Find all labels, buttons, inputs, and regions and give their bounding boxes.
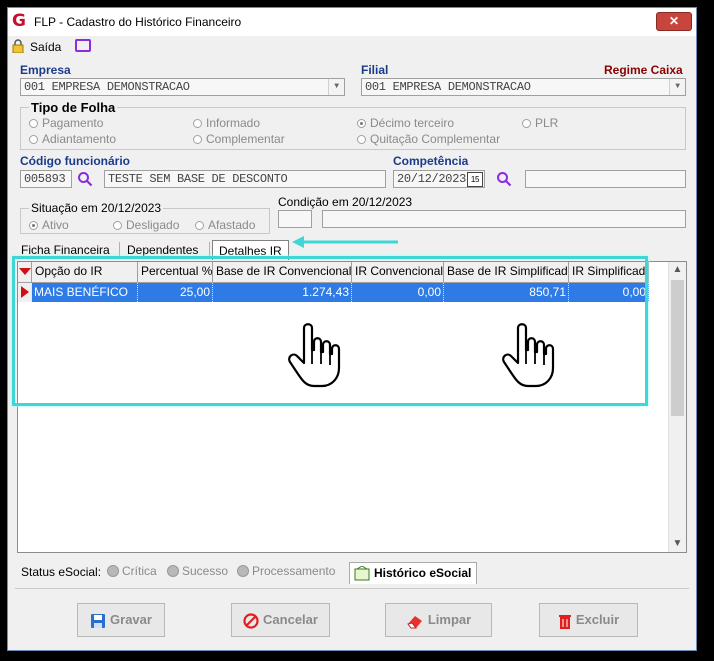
cancel-icon	[243, 612, 259, 629]
save-icon	[91, 613, 106, 628]
gravar-button[interactable]: Gravar	[77, 603, 165, 637]
chevron-down-icon[interactable]: ▼	[328, 79, 344, 95]
radio-dot-icon	[193, 119, 202, 128]
radio-label: PLR	[535, 116, 559, 130]
hand-cursor-icon	[288, 323, 341, 388]
history-icon	[354, 566, 370, 581]
status-dot-icon	[237, 565, 249, 577]
historico-esocial-button[interactable]: Histórico eSocial	[349, 562, 477, 584]
radio-desligado[interactable]: Desligado	[113, 218, 179, 232]
radio-label: Adiantamento	[42, 132, 117, 146]
radio-label: Ativo	[42, 218, 69, 232]
status-sucesso-label: Sucesso	[182, 564, 229, 578]
menu-bar: Saída	[8, 37, 696, 57]
title-bar: G FLP - Cadastro do Histórico Financeiro…	[8, 8, 696, 36]
annotation-arrow-icon	[292, 236, 398, 248]
historico-esocial-label: Histórico eSocial	[374, 566, 472, 580]
app-logo-icon: G	[12, 11, 26, 31]
condicao-code-field	[278, 210, 312, 228]
excluir-button[interactable]: Excluir	[539, 603, 638, 637]
competencia-date-input[interactable]: 20/12/2023 15	[393, 170, 485, 188]
radio-decimo-terceiro[interactable]: Décimo terceiro	[357, 116, 454, 130]
radio-dot-icon	[195, 221, 204, 230]
competencia-label: Competência	[393, 154, 469, 168]
status-dot-icon	[167, 565, 179, 577]
competencia-date-value: 20/12/2023	[397, 172, 467, 186]
scroll-thumb[interactable]	[671, 280, 684, 416]
monitor-icon[interactable]	[75, 39, 91, 52]
excluir-label: Excluir	[575, 612, 620, 627]
radio-dot-icon	[29, 119, 38, 128]
empresa-select[interactable]: 001 EMPRESA DEMONSTRACAO ▼	[20, 78, 345, 96]
radio-dot-icon	[193, 135, 202, 144]
radio-complementar[interactable]: Complementar	[193, 132, 285, 146]
radio-dot-icon	[522, 119, 531, 128]
status-dot-icon	[107, 565, 119, 577]
window-title: FLP - Cadastro do Histórico Financeiro	[34, 15, 242, 29]
search-icon[interactable]	[496, 171, 512, 187]
situacao-group: Situação em 20/12/2023 Ativo Desligado A…	[20, 201, 270, 234]
scroll-up-icon[interactable]: ▲	[669, 262, 686, 278]
hand-cursor-icon	[502, 323, 555, 388]
radio-label: Desligado	[126, 218, 180, 232]
lock-icon[interactable]	[12, 39, 24, 53]
vertical-scrollbar[interactable]: ▲ ▼	[668, 262, 686, 552]
limpar-button[interactable]: Limpar	[385, 603, 492, 637]
radio-plr[interactable]: PLR	[522, 116, 558, 130]
radio-dot-icon	[357, 135, 366, 144]
empresa-label: Empresa	[20, 63, 71, 77]
eraser-icon	[406, 615, 422, 629]
cancelar-label: Cancelar	[263, 612, 318, 627]
radio-informado[interactable]: Informado	[193, 116, 260, 130]
cancelar-button[interactable]: Cancelar	[231, 603, 330, 637]
chevron-down-icon[interactable]: ▼	[669, 79, 685, 95]
tipo-folha-title: Tipo de Folha	[29, 100, 118, 115]
calendar-icon[interactable]: 15	[467, 172, 483, 187]
empresa-value: 001 EMPRESA DEMONSTRACAO	[24, 80, 190, 94]
condicao-desc-field	[322, 210, 686, 228]
limpar-label: Limpar	[427, 612, 472, 627]
radio-ativo[interactable]: Ativo	[29, 218, 69, 232]
radio-dot-icon	[29, 135, 38, 144]
radio-dot-icon	[113, 221, 122, 230]
radio-label: Décimo terceiro	[370, 116, 455, 130]
status-critica: Crítica	[107, 564, 157, 578]
filial-select[interactable]: 001 EMPRESA DEMONSTRACAO ▼	[361, 78, 686, 96]
tipo-folha-group: Tipo de Folha Pagamento Informado Décimo…	[20, 100, 686, 150]
radio-label: Quitação Complementar	[370, 132, 501, 146]
radio-afastado[interactable]: Afastado	[195, 218, 255, 232]
situacao-title: Situação em 20/12/2023	[29, 201, 164, 215]
competencia-extra-field	[525, 170, 686, 188]
condicao-title: Condição em 20/12/2023	[278, 195, 413, 209]
saida-menu[interactable]: Saída	[30, 40, 61, 54]
radio-dot-icon	[357, 119, 366, 128]
status-critica-label: Crítica	[122, 564, 157, 578]
radio-label: Complementar	[206, 132, 285, 146]
scroll-down-icon[interactable]: ▼	[669, 536, 686, 552]
status-esocial-label: Status eSocial:	[21, 565, 102, 579]
radio-pagamento[interactable]: Pagamento	[29, 116, 103, 130]
search-icon[interactable]	[77, 171, 93, 187]
radio-dot-icon	[29, 221, 38, 230]
gravar-label: Gravar	[110, 612, 152, 627]
radio-quitacao-complementar[interactable]: Quitação Complementar	[357, 132, 500, 146]
close-button[interactable]: ✕	[656, 12, 692, 31]
radio-label: Pagamento	[42, 116, 104, 130]
funcionario-name-field: TESTE SEM BASE DE DESCONTO	[104, 170, 386, 188]
status-processamento-label: Processamento	[252, 564, 336, 578]
funcionario-label: Código funcionário	[20, 154, 130, 168]
status-sucesso: Sucesso	[167, 564, 228, 578]
radio-label: Afastado	[208, 218, 256, 232]
filial-label: Filial	[361, 63, 389, 77]
radio-adiantamento[interactable]: Adiantamento	[29, 132, 116, 146]
funcionario-code-input[interactable]: 005893	[20, 170, 72, 188]
trash-icon	[558, 614, 571, 629]
status-bar: Status eSocial: Crítica Sucesso Processa…	[15, 560, 689, 584]
filial-value: 001 EMPRESA DEMONSTRACAO	[365, 80, 531, 94]
regime-label: Regime Caixa	[604, 63, 683, 77]
radio-label: Informado	[206, 116, 261, 130]
divider	[15, 588, 689, 589]
status-processamento: Processamento	[237, 564, 335, 578]
